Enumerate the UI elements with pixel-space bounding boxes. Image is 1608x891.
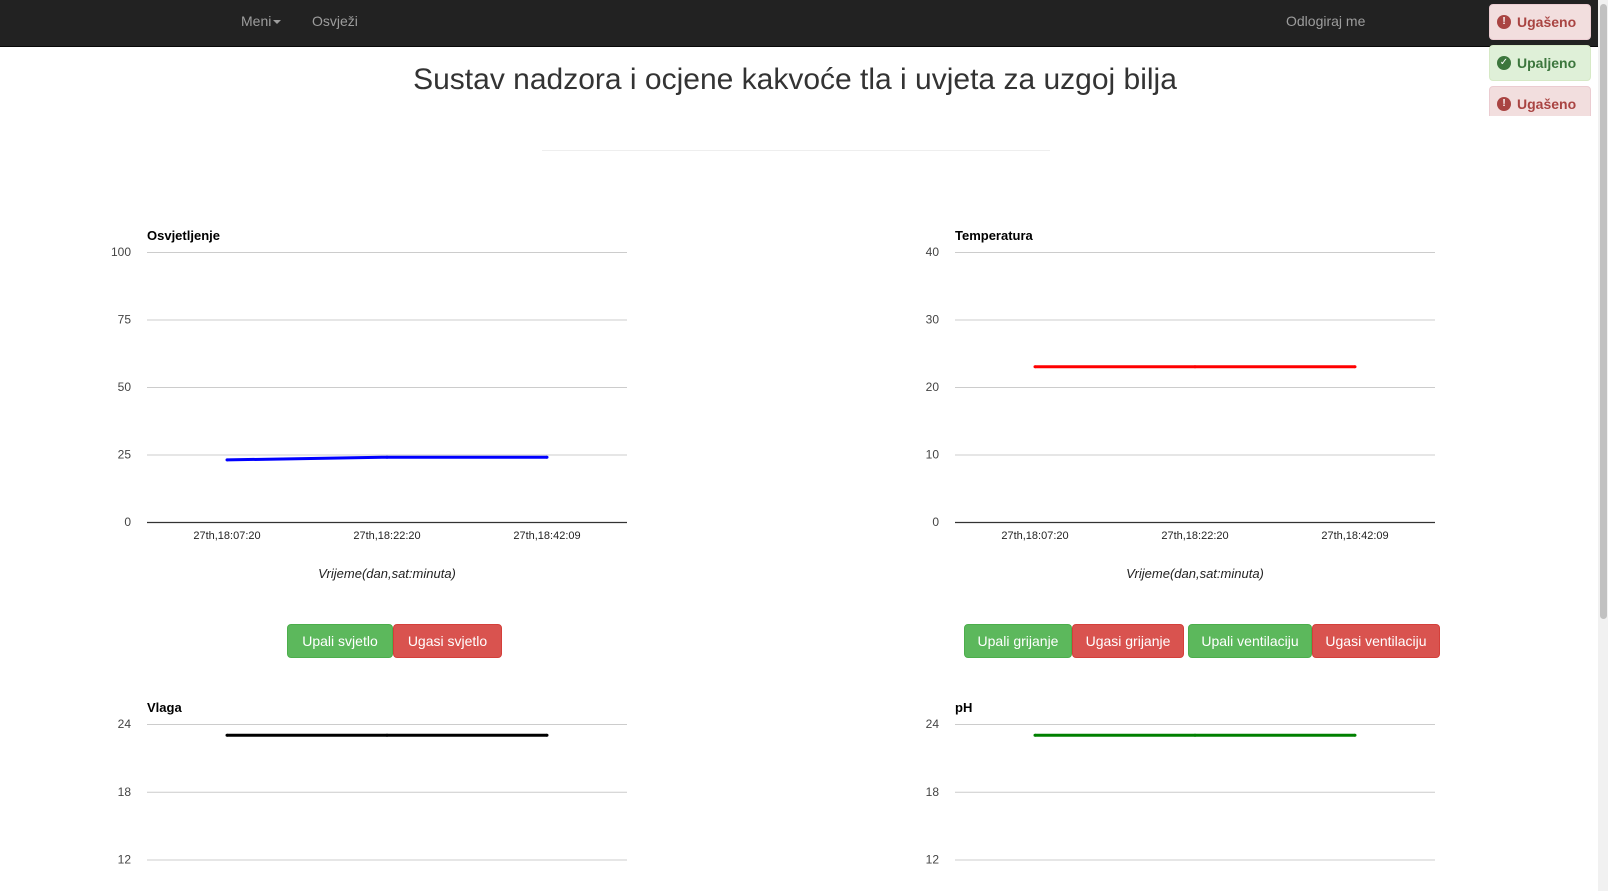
data-point — [1193, 733, 1197, 737]
chart-title: Osvjetljenje — [147, 228, 220, 243]
ph-chart: pH 12 18 24 — [908, 700, 1468, 891]
top-navbar: Meni Osvježi Odlogiraj me — [0, 0, 1608, 47]
data-point — [1033, 733, 1037, 737]
x-tick-label: 27th,18:42:09 — [1321, 530, 1388, 542]
ventilation-off-button[interactable]: Ugasi ventilaciju — [1312, 624, 1440, 658]
scrollbar[interactable] — [1598, 0, 1608, 891]
menu-label: Meni — [241, 13, 272, 29]
data-point — [545, 455, 549, 459]
humidity-chart: Vlaga 12 18 24 — [100, 700, 660, 891]
logout-link[interactable]: Odlogiraj me — [1286, 13, 1365, 29]
y-tick-label: 24 — [118, 717, 132, 731]
x-tick-label: 27th,18:42:09 — [513, 530, 580, 542]
y-tick-label: 18 — [118, 785, 132, 799]
y-tick-label: 12 — [926, 853, 940, 867]
chart-title: Temperatura — [955, 228, 1034, 243]
y-tick-label: 0 — [932, 515, 939, 529]
y-tick-label: 18 — [926, 785, 940, 799]
exclamation-circle-icon: ! — [1497, 15, 1511, 29]
refresh-link[interactable]: Osvježi — [312, 13, 358, 29]
heating-on-button[interactable]: Upali grijanje — [964, 624, 1072, 658]
check-circle-icon: ✓ — [1497, 56, 1511, 70]
scrollbar-thumb[interactable] — [1600, 4, 1607, 619]
data-point — [385, 733, 389, 737]
data-point — [545, 733, 549, 737]
y-tick-label: 10 — [926, 448, 940, 462]
y-tick-label: 30 — [926, 313, 940, 327]
menu-dropdown[interactable]: Meni — [241, 13, 282, 29]
data-point — [385, 455, 389, 459]
y-tick-label: 100 — [111, 245, 131, 259]
ventilation-on-button[interactable]: Upali ventilaciju — [1188, 624, 1312, 658]
heating-status-alert: ✓ Upaljeno — [1489, 45, 1591, 81]
chart-svg: Temperatura 0 10 20 30 40 27th,18:07:20 27th,18… — [926, 228, 1435, 581]
x-tick-label: 27th,18:22:20 — [353, 530, 420, 542]
chart-svg: Osvjetljenje 0 25 50 75 100 27th,18:07:20 27th,… — [111, 228, 627, 581]
status-label: Ugašeno — [1517, 14, 1577, 30]
light-status-alert: ! Ugašeno — [1489, 4, 1591, 40]
data-point — [1033, 365, 1037, 369]
y-tick-label: 0 — [124, 515, 131, 529]
light-off-button[interactable]: Ugasi svjetlo — [393, 624, 502, 658]
status-label: Upaljeno — [1517, 55, 1577, 71]
y-tick-label: 40 — [926, 245, 940, 259]
y-tick-label: 25 — [118, 448, 132, 462]
divider — [542, 150, 1050, 151]
caret-down-icon — [273, 20, 282, 25]
x-axis-title: Vrijeme(dan,sat:minuta) — [318, 566, 456, 581]
chart-title: pH — [955, 700, 972, 715]
y-tick-label: 24 — [926, 717, 940, 731]
x-tick-label: 27th,18:07:20 — [1001, 530, 1068, 542]
light-chart: Osvjetljenje 0 25 50 75 100 27th,18:07:20 27th,… — [100, 214, 660, 599]
data-point — [225, 733, 229, 737]
status-label: Ugašeno — [1517, 96, 1577, 112]
data-point — [225, 458, 229, 462]
y-tick-label: 50 — [118, 380, 132, 394]
y-tick-label: 20 — [926, 380, 940, 394]
chart-svg: pH 12 18 24 — [926, 700, 1435, 867]
data-point — [1193, 365, 1197, 369]
ventilation-status-alert: ! Ugašeno — [1489, 86, 1591, 116]
x-tick-label: 27th,18:07:20 — [193, 530, 260, 542]
temperature-chart: Temperatura 0 10 20 30 40 27th,18:07:20 27th,18… — [908, 214, 1468, 599]
x-tick-label: 27th,18:22:20 — [1161, 530, 1228, 542]
light-on-button[interactable]: Upali svjetlo — [287, 624, 393, 658]
y-tick-label: 75 — [118, 313, 132, 327]
status-list: ! Ugašeno ✓ Upaljeno ! Ugašeno — [1489, 4, 1591, 116]
page-title: Sustav nadzora i ocjene kakvoće tla i uv… — [413, 63, 1177, 96]
exclamation-circle-icon: ! — [1497, 97, 1511, 111]
chart-title: Vlaga — [147, 700, 182, 715]
data-point — [1353, 733, 1357, 737]
heating-off-button[interactable]: Ugasi grijanje — [1072, 624, 1184, 658]
chart-svg: Vlaga 12 18 24 — [118, 700, 627, 867]
x-axis-title: Vrijeme(dan,sat:minuta) — [1126, 566, 1264, 581]
y-tick-label: 12 — [118, 853, 132, 867]
data-point — [1353, 365, 1357, 369]
